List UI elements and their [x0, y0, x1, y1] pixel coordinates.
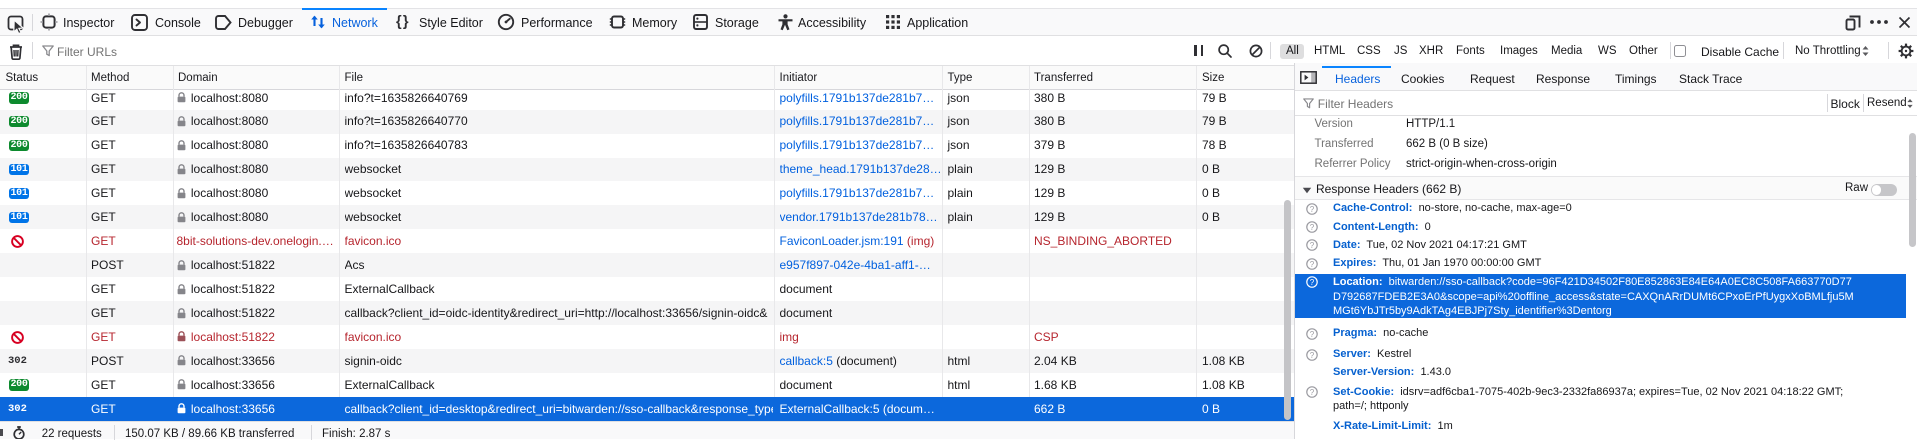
svg-text:?: ? — [1310, 330, 1315, 339]
svg-text:?: ? — [1310, 241, 1315, 250]
svg-text:?: ? — [1310, 205, 1315, 214]
svg-text:?: ? — [1310, 223, 1315, 232]
svg-text:?: ? — [1310, 388, 1315, 397]
svg-text:?: ? — [1310, 350, 1315, 359]
svg-text:?: ? — [1310, 278, 1315, 287]
svg-text:?: ? — [1310, 259, 1315, 268]
